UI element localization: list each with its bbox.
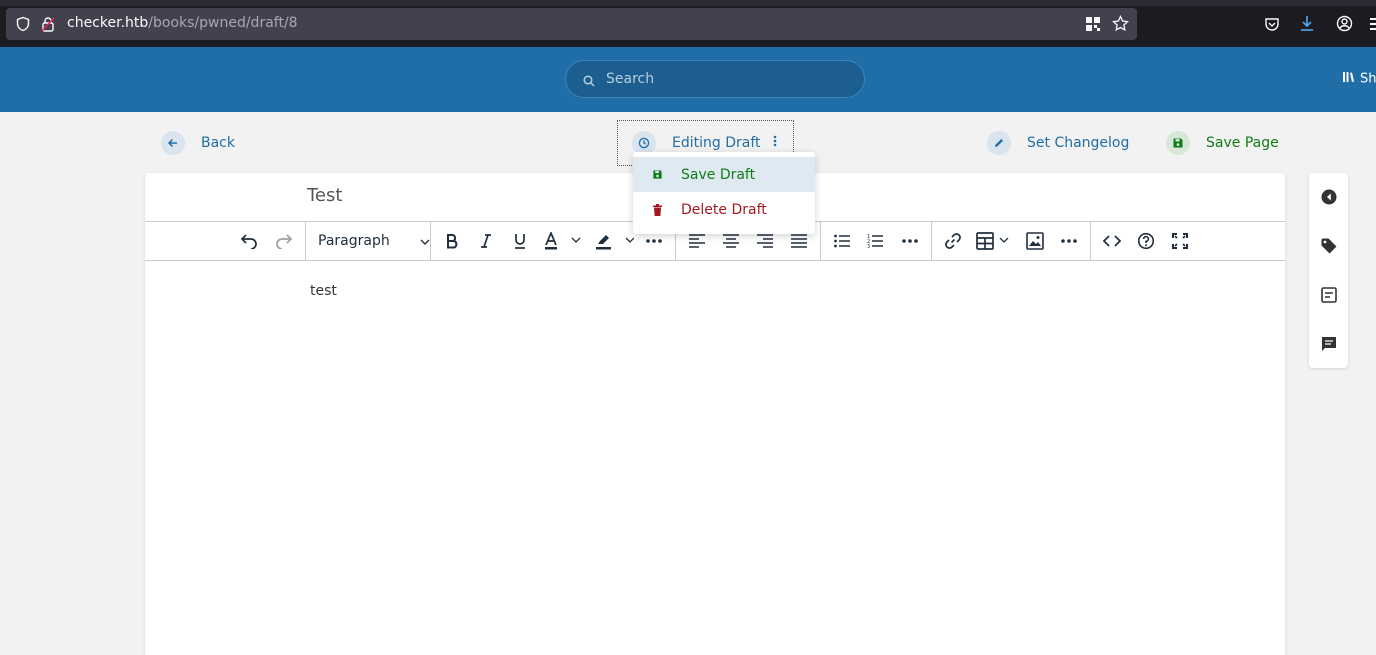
help-icon[interactable]: [1134, 222, 1158, 260]
arrow-left-icon: [161, 131, 185, 155]
bullet-list-icon[interactable]: [830, 222, 854, 260]
undo-icon[interactable]: [237, 222, 261, 260]
image-icon[interactable]: [1023, 222, 1047, 260]
pencil-icon: [987, 131, 1011, 155]
italic-icon[interactable]: [474, 222, 498, 260]
account-icon[interactable]: [1336, 15, 1353, 32]
comments-icon[interactable]: [1320, 335, 1338, 353]
more-insert-icon[interactable]: [1057, 222, 1081, 260]
toolbar-divider: [305, 222, 306, 260]
overflow-menu-icon[interactable]: [1370, 17, 1376, 31]
save-draft-menu-item[interactable]: Save Draft: [633, 157, 815, 192]
tag-icon[interactable]: [1320, 237, 1338, 255]
save-page-label: Save Page: [1206, 135, 1279, 151]
toolbar-divider: [820, 222, 821, 260]
editing-draft-label: Editing Draft: [672, 135, 761, 151]
pocket-icon[interactable]: [1264, 16, 1280, 32]
trash-icon: [633, 203, 681, 216]
toggle-sidebar-icon[interactable]: [1320, 188, 1338, 206]
bookmark-star-icon[interactable]: [1112, 15, 1129, 32]
numbered-list-icon[interactable]: 123: [863, 222, 887, 260]
toolbar-divider: [430, 222, 431, 260]
shield-icon[interactable]: [15, 16, 31, 32]
block-format-select[interactable]: Paragraph: [318, 222, 430, 260]
app-header: Sh: [0, 47, 1376, 112]
more-lists-icon[interactable]: [898, 222, 922, 260]
url-path: /books/pwned/draft/8: [148, 15, 298, 31]
address-bar[interactable]: checker.htb/books/pwned/draft/8: [6, 8, 1137, 40]
set-changelog-button[interactable]: Set Changelog: [987, 131, 1129, 155]
save-draft-label: Save Draft: [681, 166, 756, 183]
table-icon[interactable]: [974, 222, 1014, 260]
download-icon[interactable]: [1299, 15, 1315, 32]
shelves-link[interactable]: Sh: [1342, 71, 1376, 87]
shelves-label: Sh: [1360, 71, 1376, 87]
back-label: Back: [201, 135, 235, 151]
templates-icon[interactable]: [1320, 286, 1338, 304]
more-vertical-icon: [773, 135, 777, 151]
editor-card: Paragraph: [145, 173, 1285, 655]
set-changelog-label: Set Changelog: [1027, 135, 1130, 151]
delete-draft-menu-item[interactable]: Delete Draft: [633, 192, 815, 227]
floppy-save-icon: [633, 169, 681, 180]
link-icon[interactable]: [941, 222, 965, 260]
text-color-icon[interactable]: [541, 222, 585, 260]
search-icon: [583, 72, 595, 91]
lock-insecure-icon[interactable]: [41, 16, 55, 32]
toolbar-divider: [931, 222, 932, 260]
shelves-icon: [1342, 71, 1354, 87]
browser-toolbar: checker.htb/books/pwned/draft/8: [0, 0, 1376, 47]
chevron-down-icon: [420, 233, 430, 249]
search-input[interactable]: [606, 69, 846, 89]
bold-icon[interactable]: [440, 222, 464, 260]
fullscreen-icon[interactable]: [1168, 222, 1192, 260]
redo-icon[interactable]: [272, 222, 296, 260]
highlight-color-icon[interactable]: [592, 222, 636, 260]
url-text[interactable]: checker.htb/books/pwned/draft/8: [67, 15, 298, 31]
url-host: checker.htb: [67, 15, 149, 31]
search-box[interactable]: [565, 60, 865, 98]
editor-side-toolbox: [1309, 173, 1348, 368]
qr-code-icon[interactable]: [1085, 16, 1101, 32]
delete-draft-label: Delete Draft: [681, 201, 767, 218]
floppy-save-icon: [1166, 131, 1190, 155]
underline-icon[interactable]: [508, 222, 532, 260]
draft-options-dropdown: Save Draft Delete Draft: [633, 152, 815, 234]
save-page-button[interactable]: Save Page: [1166, 131, 1279, 155]
svg-text:3: 3: [867, 244, 870, 249]
editor-body-text[interactable]: test: [310, 283, 337, 299]
toolbar-divider: [1090, 222, 1091, 260]
source-code-icon[interactable]: [1100, 222, 1124, 260]
block-format-label: Paragraph: [318, 233, 390, 249]
browser-tab-strip: [0, 0, 1376, 6]
back-button[interactable]: Back: [161, 131, 235, 155]
